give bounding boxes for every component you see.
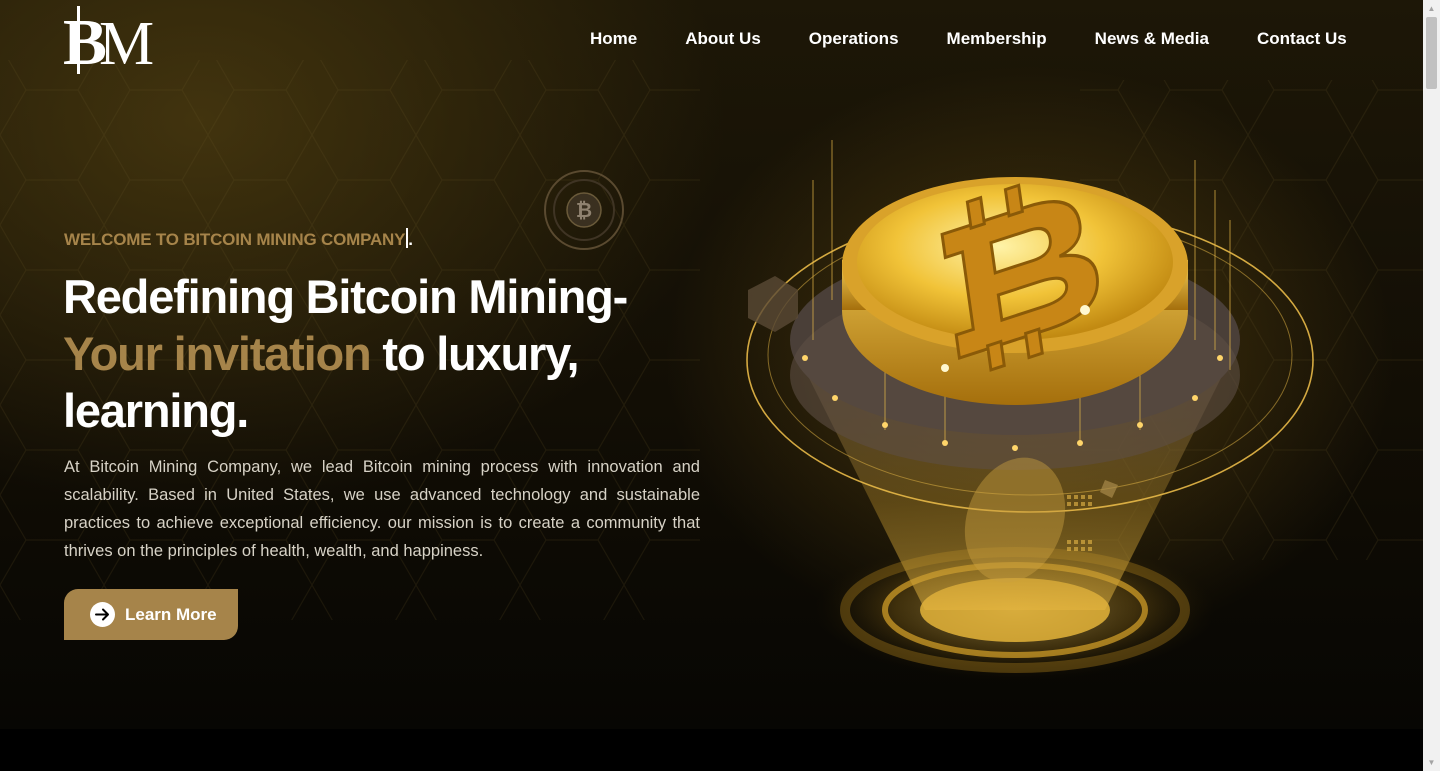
hero-headline: Redefining Bitcoin Mining- Your invitati… (63, 268, 723, 439)
arrow-right-icon (90, 602, 115, 627)
welcome-eyebrow: WELCOME TO BITCOIN MINING COMPANY. (64, 228, 413, 250)
nav-home[interactable]: Home (590, 28, 637, 50)
svg-text:₿: ₿ (576, 198, 592, 222)
bitcoin-coin-funnel-illustration (746, 140, 1314, 680)
headline-part1: Redefining Bitcoin Mining- (63, 270, 628, 323)
welcome-suffix: . (408, 230, 413, 249)
welcome-text: WELCOME TO BITCOIN MINING COMPANY (64, 230, 406, 249)
learn-more-label: Learn More (125, 604, 217, 624)
main-navigation: Home About Us Operations Membership News… (590, 28, 1347, 50)
scroll-up-arrow-icon[interactable]: ▲ (1423, 0, 1440, 17)
page-scrollbar[interactable]: ▲ ▼ (1423, 0, 1440, 771)
company-logo[interactable]: B M (63, 6, 157, 74)
headline-highlight: Your invitation (63, 327, 372, 380)
nav-news-media[interactable]: News & Media (1095, 28, 1209, 50)
nav-membership[interactable]: Membership (947, 28, 1047, 50)
learn-more-button[interactable]: Learn More (64, 589, 238, 640)
section-divider (0, 729, 1423, 771)
svg-text:M: M (99, 10, 154, 74)
scroll-down-arrow-icon[interactable]: ▼ (1423, 754, 1440, 771)
scrollbar-thumb[interactable] (1426, 17, 1437, 89)
bitcoin-icon: ₿ (544, 170, 624, 250)
nav-contact-us[interactable]: Contact Us (1257, 28, 1347, 50)
nav-about-us[interactable]: About Us (685, 28, 761, 50)
nav-operations[interactable]: Operations (809, 28, 899, 50)
hero-description: At Bitcoin Mining Company, we lead Bitco… (64, 458, 700, 560)
